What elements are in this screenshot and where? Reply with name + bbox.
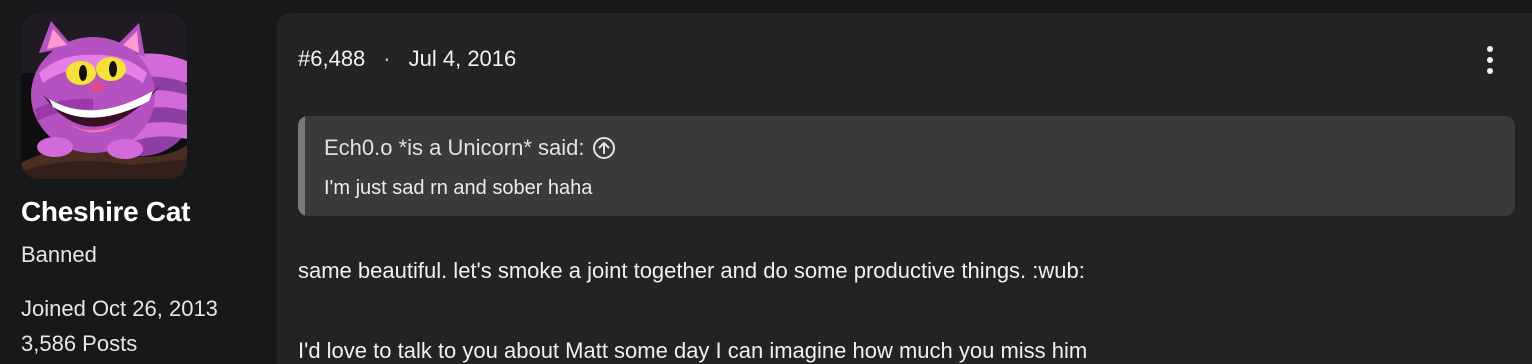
avatar[interactable] xyxy=(21,13,187,179)
quote-attribution: Ech0.o *is a Unicorn* said: xyxy=(324,135,585,160)
post-number-link[interactable]: #6,488 xyxy=(298,46,365,72)
meta-separator: · xyxy=(383,46,391,71)
vertical-ellipsis-icon xyxy=(1487,46,1493,74)
quote-block: Ech0.o *is a Unicorn* said: I'm just sad… xyxy=(298,116,1515,216)
message-line: same beautiful. let's smoke a joint toge… xyxy=(298,258,1085,283)
post-options-button[interactable] xyxy=(1477,43,1503,77)
message-line: I'd love to talk to you about Matt some … xyxy=(298,338,1088,363)
user-post-count: 3,586 Posts xyxy=(21,331,138,356)
cheshire-cat-avatar-icon xyxy=(21,13,187,179)
arrow-up-circle-icon[interactable] xyxy=(592,136,616,160)
quote-attribution-link[interactable]: Ech0.o *is a Unicorn* said: xyxy=(324,135,616,161)
post-card: #6,488 · Jul 4, 2016 Ech0.o *is a Unicor… xyxy=(277,13,1532,364)
user-panel: Cheshire Cat Banned Joined Oct 26, 2013 … xyxy=(0,0,262,364)
user-joined-date: Joined Oct 26, 2013 xyxy=(21,296,218,321)
user-title: Banned xyxy=(21,242,97,267)
quote-text: I'm just sad rn and sober haha xyxy=(324,177,593,199)
post-meta: #6,488 · Jul 4, 2016 xyxy=(298,46,516,72)
quote-accent-bar xyxy=(298,116,305,216)
post-date-link[interactable]: Jul 4, 2016 xyxy=(409,46,517,72)
forum-post: Cheshire Cat Banned Joined Oct 26, 2013 … xyxy=(0,0,1532,364)
username[interactable]: Cheshire Cat xyxy=(21,196,190,228)
